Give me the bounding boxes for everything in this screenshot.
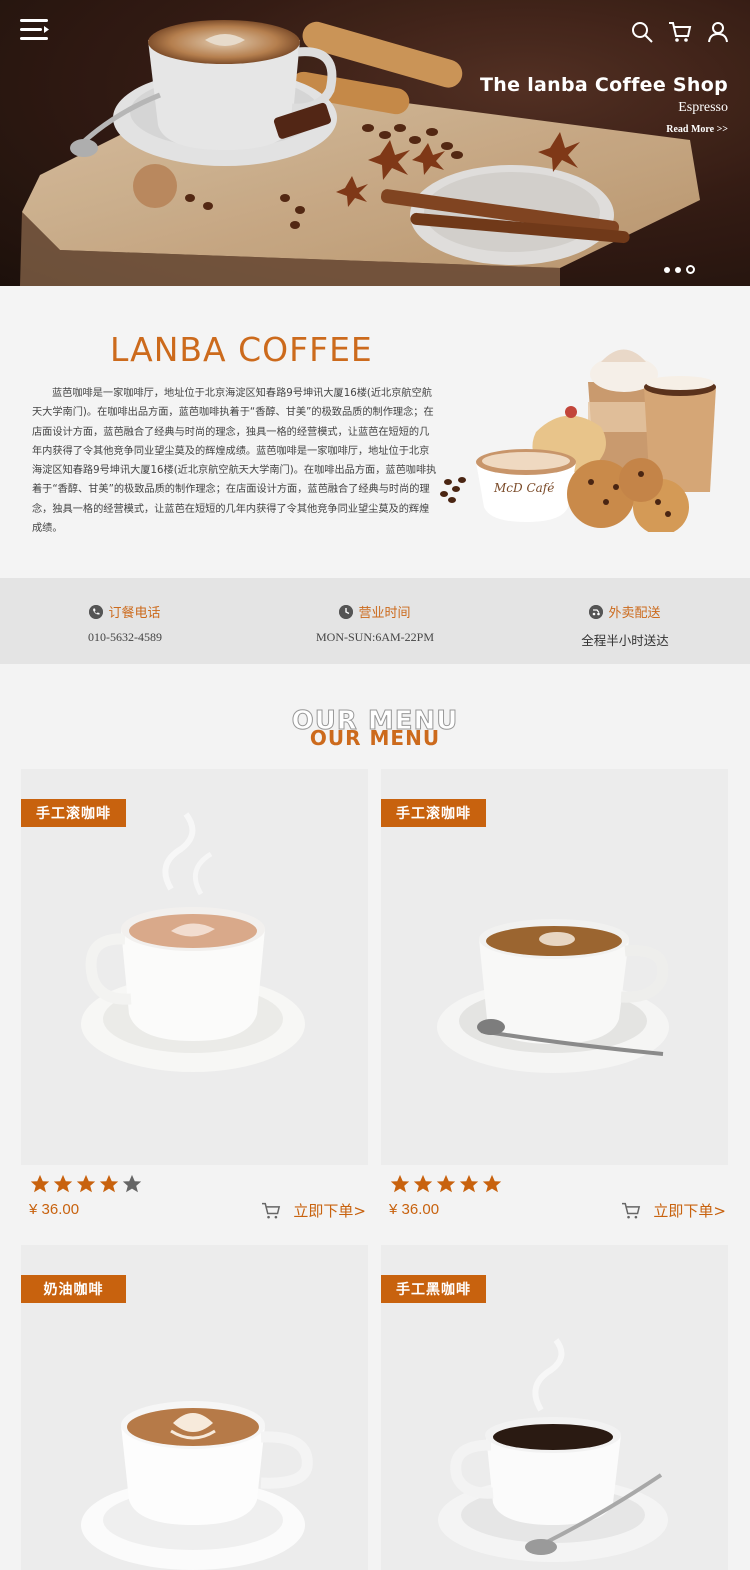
carousel-dot-3[interactable] <box>686 265 695 274</box>
delivery-icon <box>589 604 604 619</box>
order-now-button[interactable]: 立即下单> <box>261 1200 366 1221</box>
product-price: ¥ 36.00 <box>389 1201 440 1218</box>
info-hours: 营业时间 MON-SUN:6AM-22PM <box>250 578 500 664</box>
star-icon <box>482 1174 502 1193</box>
americano-cup-image <box>437 919 669 1073</box>
cup-logo-text: McD Café <box>493 481 554 495</box>
hero-subtitle: Espresso <box>678 100 728 115</box>
product-card: 手工黑咖啡 <box>381 1245 728 1570</box>
info-phone: 订餐电话 010-5632-4589 <box>0 578 250 664</box>
hero-title: The lanba Coffee Shop <box>480 74 728 96</box>
product-image-link[interactable]: 手工滚咖啡 <box>21 769 368 1165</box>
product-card: 奶油咖啡 <box>21 1245 368 1570</box>
hero-banner[interactable]: The lanba Coffee Shop Espresso Read More… <box>0 0 750 286</box>
header-actions <box>630 20 730 44</box>
coffee-drinks-image: McD Café <box>440 349 716 532</box>
star-icon <box>76 1174 96 1193</box>
star-icon <box>436 1174 456 1193</box>
product-rating <box>29 1173 143 1195</box>
info-phone-value[interactable]: 010-5632-4589 <box>0 630 250 645</box>
about-text: 蓝芭咖啡是一家咖啡厅，地址位于北京海淀区知春路9号坤讯大厦16楼(近北京航空航天… <box>32 388 437 535</box>
info-hours-value: MON-SUN:6AM-22PM <box>315 630 434 644</box>
product-image-link[interactable]: 手工滚咖啡 <box>381 769 728 1165</box>
cart-icon[interactable] <box>668 20 692 44</box>
star-icon <box>53 1174 73 1193</box>
star-icon <box>390 1174 410 1193</box>
product-card: 手工滚咖啡 ¥ 36.00 立即下单> <box>381 769 728 1220</box>
product-image-link[interactable]: 奶油咖啡 <box>21 1245 368 1570</box>
info-bar: 订餐电话 010-5632-4589 营业时间 MON-SUN:6AM-22PM <box>0 578 750 664</box>
read-more-link[interactable]: Read More >> <box>480 124 728 135</box>
product-price: ¥ 36.00 <box>29 1201 80 1218</box>
search-icon[interactable] <box>630 20 654 44</box>
product-rating <box>389 1173 503 1195</box>
info-hours-label: 营业时间 <box>358 606 411 621</box>
carousel-dot-1[interactable] <box>664 266 670 273</box>
latte-cup-image <box>81 812 305 1072</box>
product-card: 手工滚咖啡 ¥ 36.00 立即下单> <box>21 769 368 1220</box>
menu-heading-title: OUR MENU <box>309 726 441 750</box>
star-icon <box>413 1174 433 1193</box>
product-image-link[interactable]: 手工黑咖啡 <box>381 1245 728 1570</box>
order-now-label: 立即下单> <box>293 1202 366 1220</box>
info-delivery-head: 外卖配送 <box>500 602 750 621</box>
star-icon <box>459 1174 479 1193</box>
cart-icon <box>262 1202 281 1218</box>
order-now-button[interactable]: 立即下单> <box>621 1200 726 1221</box>
order-now-label: 立即下单> <box>653 1202 726 1220</box>
user-icon[interactable] <box>706 20 730 44</box>
carousel-dot-2[interactable] <box>675 266 681 273</box>
carousel-dots <box>664 265 695 274</box>
page: The lanba Coffee Shop Espresso Read More… <box>0 0 750 1570</box>
phone-icon <box>89 604 104 619</box>
about-section: LANBA COFFEE 蓝芭咖啡是一家咖啡厅，地址位于北京海淀区知春路9号坤讯… <box>0 286 750 578</box>
menu-heading: OUR MENU OUR MENU <box>0 700 750 760</box>
info-hours-head: 营业时间 <box>250 602 500 621</box>
cart-icon <box>622 1202 641 1218</box>
info-delivery-value: 全程半小时送达 <box>581 633 669 648</box>
star-icon <box>99 1174 119 1193</box>
info-phone-head: 订餐电话 <box>0 602 250 621</box>
star-empty-icon <box>122 1174 142 1193</box>
hamburger-menu-icon[interactable] <box>20 17 50 43</box>
info-delivery: 外卖配送 全程半小时送达 <box>500 578 750 664</box>
clock-icon <box>339 604 354 619</box>
black-coffee-cup-image <box>438 1338 668 1562</box>
star-icon <box>30 1174 50 1193</box>
cream-coffee-cup-image <box>81 1401 313 1570</box>
about-title: LANBA COFFEE <box>110 330 373 369</box>
info-delivery-label: 外卖配送 <box>608 606 661 621</box>
hero-caption: The lanba Coffee Shop Espresso Read More… <box>480 74 728 135</box>
info-phone-label: 订餐电话 <box>108 606 161 621</box>
